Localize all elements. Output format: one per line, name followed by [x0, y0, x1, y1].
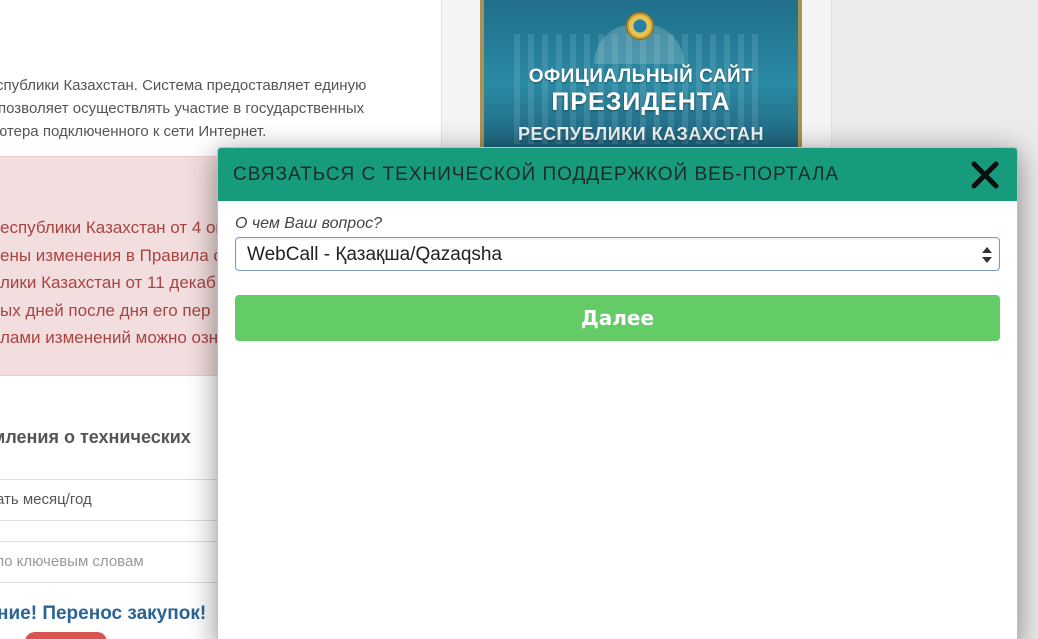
close-icon: [971, 161, 999, 189]
section-title: мления о технических: [0, 427, 191, 447]
alert-line: еспублики Казахстан от 4 ок: [0, 218, 223, 237]
alert-line: лами изменений можно озн: [0, 328, 218, 347]
intro-line: спублики Казахстан. Система предоставляе…: [0, 77, 367, 94]
banner-line2: ПРЕЗИДЕНТА: [551, 88, 731, 116]
news-badge: [25, 632, 107, 639]
alert-line: ены изменения в Правила с: [0, 245, 222, 265]
emblem-icon: [626, 12, 654, 40]
question-label: О чем Ваш вопрос?: [235, 215, 382, 232]
intro-line: ютера подключенного к сети Интернет.: [0, 123, 267, 140]
modal-title: СВЯЗАТЬСЯ С ТЕХНИЧЕСКОЙ ПОДДЕРЖКОЙ ВЕБ-П…: [233, 164, 840, 185]
updown-arrows-icon: [981, 245, 993, 265]
intro-line: позволяет осуществлять участие в государ…: [0, 100, 365, 117]
keyword-search-placeholder: по ключевым словам: [0, 553, 144, 570]
close-button[interactable]: [969, 159, 1001, 191]
month-filter-text: ать месяц/год: [0, 491, 92, 508]
alert-line: ых дней после дня его пер: [0, 300, 211, 320]
banner-line3: РЕСПУБЛИКИ КАЗАХСТАН: [517, 124, 765, 144]
question-select[interactable]: WebCall - Қазақша/Qazaqsha: [235, 237, 1000, 271]
alert-line: лики Казахстан от 11 декаб: [0, 273, 216, 292]
question-select-value: WebCall - Қазақша/Qazaqsha: [247, 244, 503, 265]
banner-line1: ОФИЦИАЛЬНЫЙ САЙТ: [528, 66, 754, 87]
support-modal: СВЯЗАТЬСЯ С ТЕХНИЧЕСКОЙ ПОДДЕРЖКОЙ ВЕБ-П…: [217, 147, 1018, 639]
news-link[interactable]: ние! Перенос закупок!: [0, 603, 206, 625]
modal-header: СВЯЗАТЬСЯ С ТЕХНИЧЕСКОЙ ПОДДЕРЖКОЙ ВЕБ-П…: [218, 148, 1017, 201]
intro-text: спублики Казахстан. Система предоставляе…: [0, 74, 440, 143]
president-site-banner[interactable]: ОФИЦИАЛЬНЫЙ САЙТ ПРЕЗИДЕНТА РЕСПУБЛИКИ К…: [480, 0, 802, 156]
next-button[interactable]: Далее: [235, 295, 1000, 341]
